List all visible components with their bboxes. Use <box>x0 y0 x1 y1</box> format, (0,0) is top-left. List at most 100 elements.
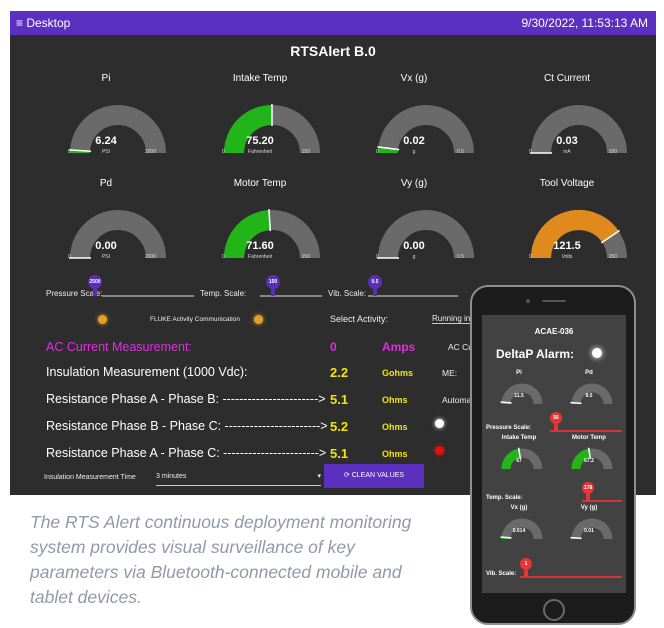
gauge-max: 150 <box>608 254 617 260</box>
ac-current-label: AC Current Measurement: <box>46 340 192 354</box>
phone-gauge-value: 67 <box>516 458 522 464</box>
gauge-max: 0.5 <box>457 149 464 155</box>
phone-title: ACAE-036 <box>534 327 574 336</box>
gauge-track <box>378 210 474 259</box>
phone-device: ACAE-036 DeltaP Alarm: Pi 11.5 Pd 9.0 Intake… <box>470 285 636 625</box>
gauge-max: 150 <box>301 254 310 260</box>
gauge-label: Pd <box>99 178 113 189</box>
slider-track[interactable] <box>368 295 458 297</box>
gauge-min: 0 <box>68 254 71 260</box>
row-unit: Ohms <box>382 422 408 432</box>
gauge-track <box>70 105 166 154</box>
insulation-time-label: Insulation Measurement Time <box>44 474 136 481</box>
gauge-label: Pi <box>101 73 111 84</box>
chevron-down-icon: ▾ <box>317 473 321 480</box>
phone-slider-track[interactable] <box>520 576 622 578</box>
row-value: 5.2 <box>330 419 349 434</box>
slider-label: Vib. Scale: <box>328 289 367 298</box>
phone-speaker-icon <box>542 300 566 302</box>
gauge-label: Motor Temp <box>233 178 287 189</box>
row-side-label: ME: <box>442 368 458 378</box>
gauge-track <box>531 105 627 154</box>
row-label: Insulation Measurement (1000 Vdc): <box>46 365 248 379</box>
gauge-max: 150 <box>301 149 310 155</box>
select-activity-label: Select Activity: <box>330 314 389 324</box>
slider-track[interactable] <box>260 295 322 297</box>
row-label: Resistance Phase A - Phase C: ----------… <box>46 446 327 460</box>
gauge-label: Ct Current <box>543 73 591 84</box>
insulation-time-select[interactable]: 3 minutes ▾ <box>156 472 321 486</box>
phase-ac-led <box>435 446 444 455</box>
phone-slider-label: Temp. Scale: <box>486 495 523 501</box>
phase-bc-led <box>435 419 444 428</box>
gauge-track <box>70 210 166 259</box>
clock-readout: 9/30/2022, 11:53:13 AM <box>521 16 648 30</box>
slider-thumb-stem <box>93 288 97 296</box>
phone-slider-label: Pressure Scale: <box>486 425 532 431</box>
activity-led-1 <box>98 315 107 324</box>
gauge-needle <box>500 536 512 539</box>
home-button[interactable] <box>543 599 565 621</box>
phone-camera-icon <box>526 299 530 303</box>
row-value: 5.1 <box>330 446 349 461</box>
phone-slider-stem <box>524 569 528 577</box>
ac-current-value: 0 <box>330 340 337 354</box>
phone-alarm-label: DeltaP Alarm: <box>496 347 575 361</box>
caption-text: The RTS Alert continuous deployment moni… <box>30 512 412 607</box>
slider-label: Temp. Scale: <box>200 289 247 298</box>
row-value: 2.2 <box>330 365 349 380</box>
gauge-needle <box>570 536 582 540</box>
slider-thumb-stem <box>373 288 377 296</box>
phone-gauge-label: Pi <box>516 370 522 376</box>
phone-gauge-label: Vx (g) <box>510 505 528 511</box>
gauge-min: 0 <box>376 254 379 260</box>
gauge-min: 0 <box>222 149 225 155</box>
gauge-fill <box>224 105 273 154</box>
phone-slider-stem <box>586 493 590 501</box>
phone-gauge-value: 11.5 <box>514 393 524 399</box>
clean-values-button[interactable]: ⟳ CLEAN VALUES <box>324 464 424 488</box>
row-unit: Ohms <box>382 395 408 405</box>
gauge-min: 0 <box>222 254 225 260</box>
fluke-activity-label: FLUKE Activity Communication <box>150 316 240 323</box>
activity-led-2 <box>254 315 263 324</box>
gauge-value: 71.60 <box>246 240 274 252</box>
alarm-led <box>592 348 602 358</box>
ac-current-unit: Amps <box>382 340 416 354</box>
row-label: Resistance Phase B - Phase C: ----------… <box>46 419 328 433</box>
gauge-min: 0 <box>529 254 532 260</box>
gauge-max: 2000 <box>144 254 156 260</box>
phone-screen: ACAE-036 DeltaP Alarm: Pi 11.5 Pd 9.0 Intake… <box>482 315 626 593</box>
gauge-max: 100 <box>608 149 617 155</box>
gauge-needle <box>500 401 512 404</box>
slider-thumb-stem <box>271 288 275 296</box>
desktop-menu-button[interactable]: ≡ Desktop <box>16 16 70 30</box>
phone-gauge-value: 9.0 <box>585 393 593 399</box>
phone-gauge-label: Intake Temp <box>501 435 537 441</box>
gauge-max: 2500 <box>144 149 156 155</box>
row-label: Resistance Phase A - Phase B: ----------… <box>46 392 326 406</box>
phone-gauge-label: Pd <box>585 370 593 376</box>
gauge-value: 0.03 <box>556 135 578 147</box>
gauge-max: 0.5 <box>457 254 464 260</box>
phone-slider-track[interactable] <box>550 430 622 432</box>
slider-thumb[interactable]: 0.5 <box>368 275 382 289</box>
gauge-value: 0.02 <box>403 135 425 147</box>
clean-values-label: CLEAN VALUES <box>351 472 405 479</box>
row-unit: Ohms <box>382 449 408 459</box>
gauge-value: 6.24 <box>95 135 117 147</box>
gauge-label: Vx (g) <box>400 73 428 84</box>
gauge-label: Intake Temp <box>232 73 288 84</box>
gauge-min: 0 <box>529 149 532 155</box>
phone-slider-label: Vib. Scale: <box>486 571 517 577</box>
slider-thumb[interactable]: 150 <box>266 275 280 289</box>
phone-gauge-value: 0.014 <box>512 528 526 534</box>
row-unit: Gohms <box>382 368 414 378</box>
slider-track[interactable] <box>102 295 194 297</box>
slider-thumb[interactable]: 2500 <box>88 275 102 289</box>
row-value: 5.1 <box>330 392 349 407</box>
gauge-label: Tool Voltage <box>539 178 595 189</box>
gauge-value: 75.20 <box>246 135 274 147</box>
phone-gauge-value: 67.2 <box>584 458 594 464</box>
top-bar: ≡ Desktop 9/30/2022, 11:53:13 AM <box>10 11 656 35</box>
